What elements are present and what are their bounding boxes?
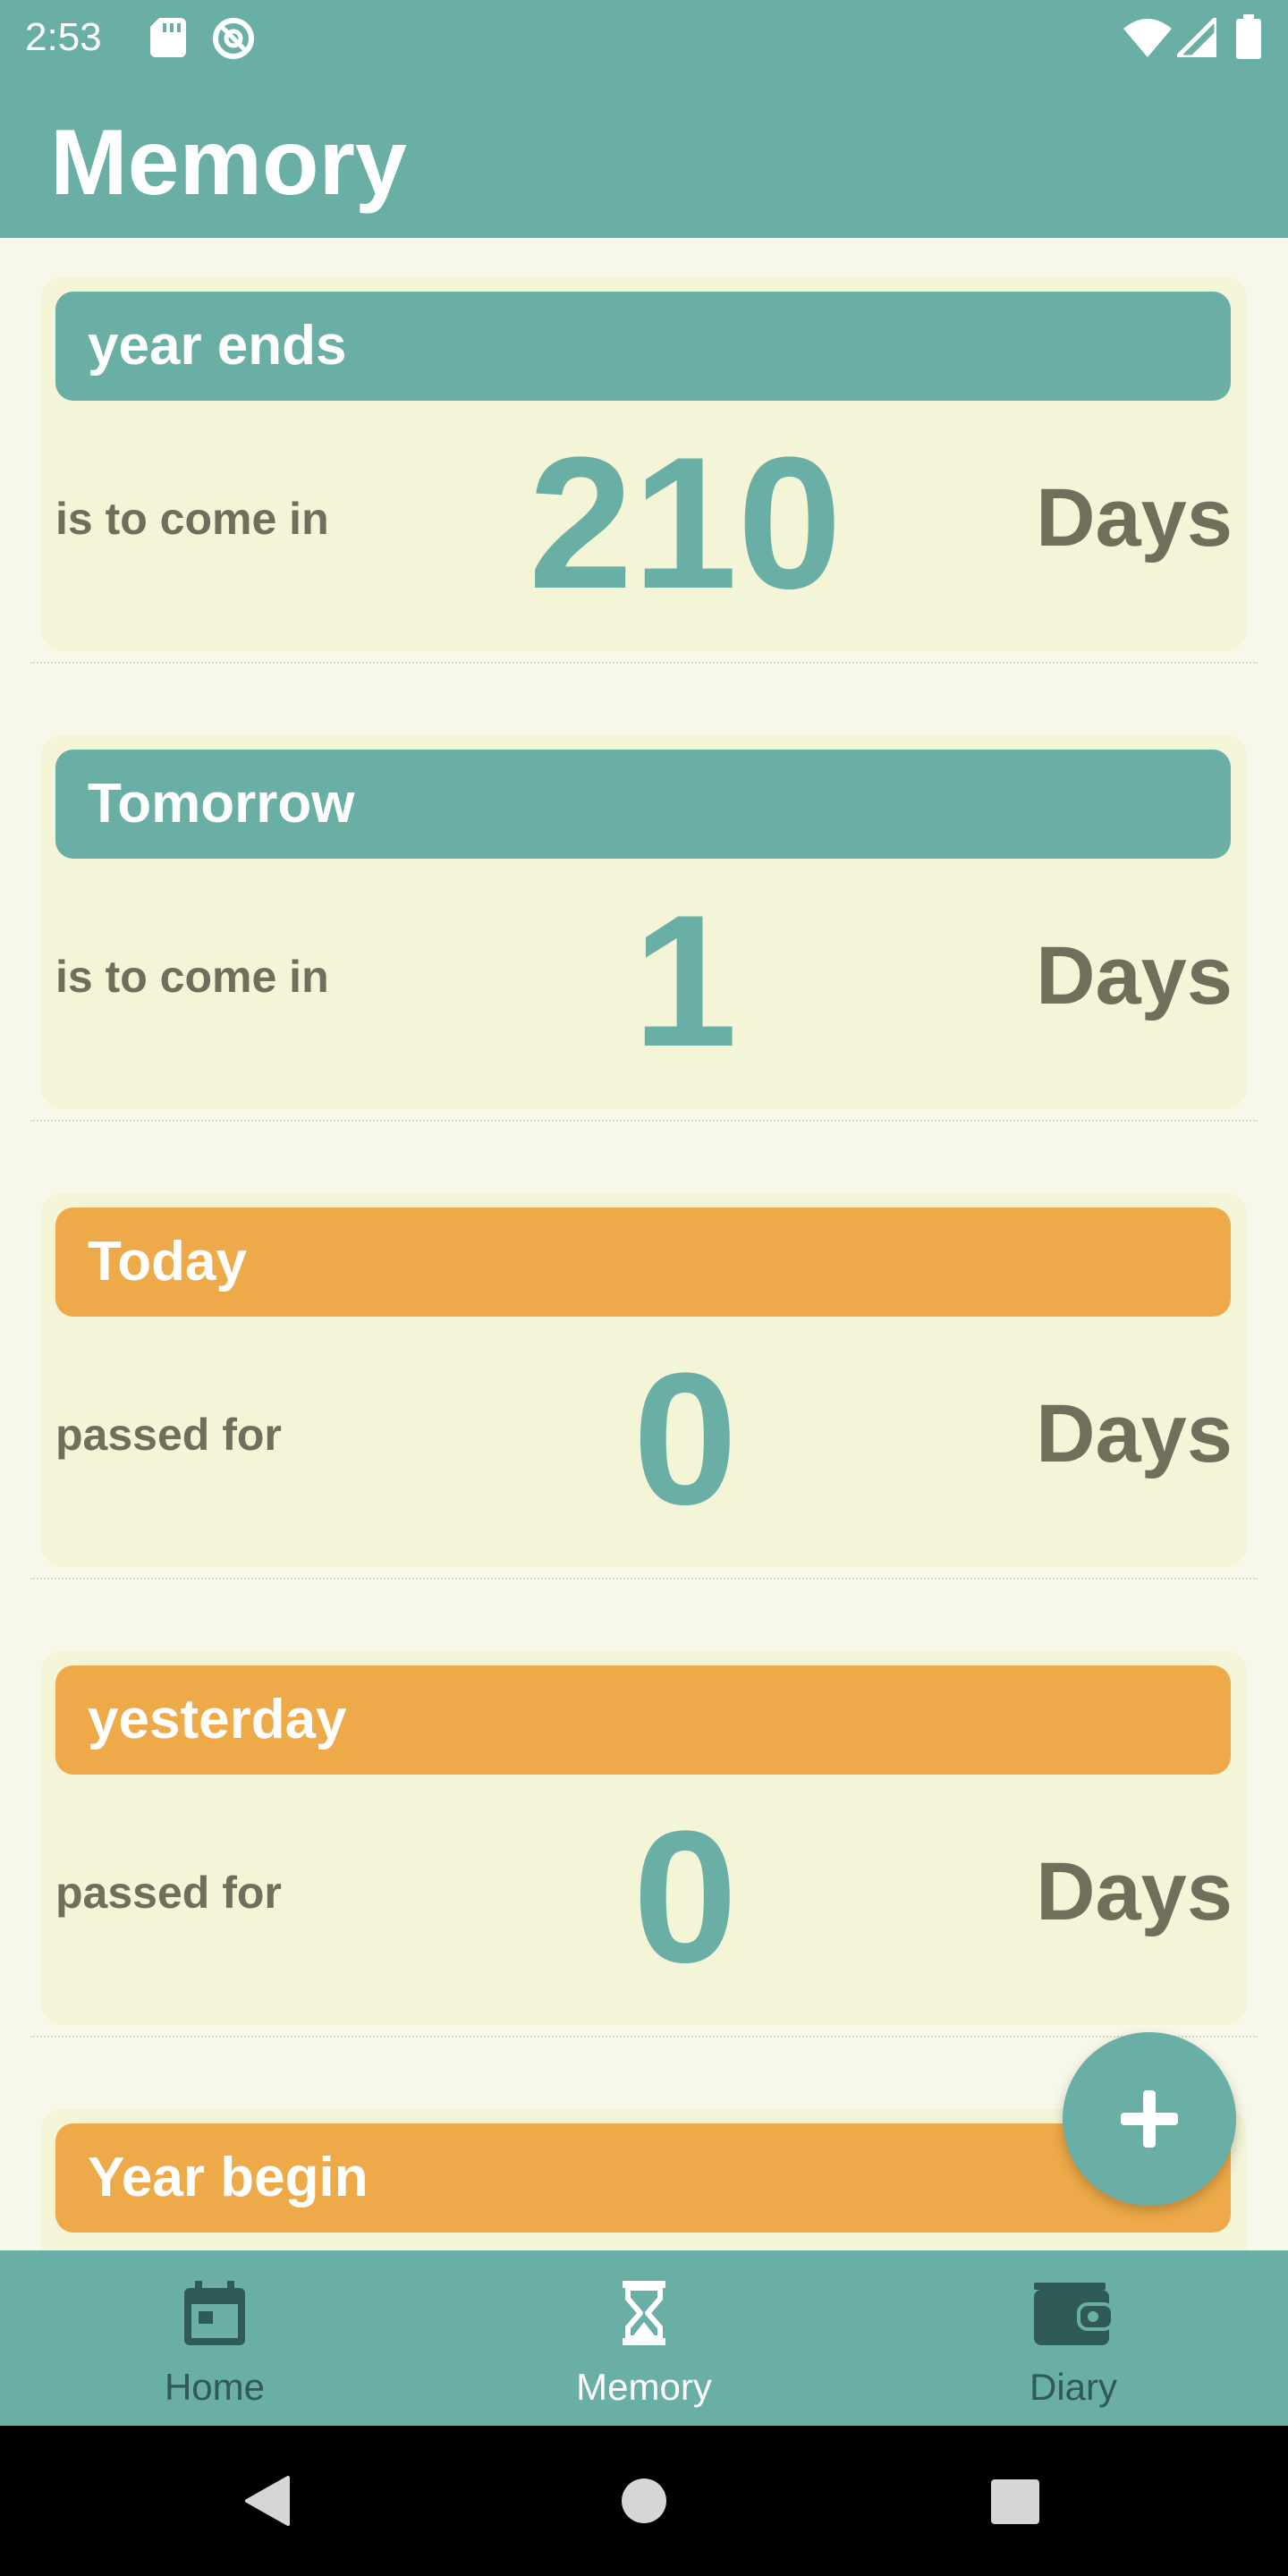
divider: [30, 2036, 1258, 2038]
day-count: 210: [528, 418, 843, 628]
day-unit: Days: [1036, 1846, 1233, 1937]
card-title: Year begin: [88, 2147, 369, 2208]
wallet-icon: [1030, 2277, 1116, 2349]
card-caption: passed for: [55, 1410, 282, 1460]
countdown-card[interactable]: Tomorrow is to come in 1 Days: [41, 735, 1247, 1109]
system-navigation-bar: [0, 2426, 1288, 2576]
card-caption: passed for: [55, 1868, 282, 1918]
countdown-card[interactable]: yesterday passed for 0 Days: [41, 1651, 1247, 2025]
do-not-disturb-icon: [211, 16, 256, 61]
card-header: yesterday: [55, 1665, 1231, 1775]
day-unit: Days: [1036, 1388, 1233, 1479]
card-caption: is to come in: [55, 952, 329, 1002]
plus-icon: [1121, 2090, 1178, 2148]
home-icon[interactable]: [621, 2478, 667, 2529]
card-title: Today: [88, 1231, 247, 1292]
card-title: yesterday: [88, 1689, 347, 1750]
card-title: year ends: [88, 315, 347, 377]
card-caption: is to come in: [55, 494, 329, 544]
card-title: Tomorrow: [88, 773, 355, 835]
wifi-icon: [1123, 18, 1172, 57]
card-header: Year begin: [55, 2123, 1231, 2233]
signal-icon: [1171, 12, 1219, 60]
nav-item-diary[interactable]: Diary: [859, 2250, 1288, 2426]
divider: [30, 1578, 1258, 1580]
hourglass-icon: [608, 2277, 680, 2349]
nav-label: Diary: [1029, 2366, 1117, 2408]
nav-item-memory[interactable]: Memory: [429, 2250, 859, 2426]
memory-screen: 2:53 Memory year ends is to come in 210 …: [0, 0, 1288, 2576]
recents-icon[interactable]: [991, 2479, 1039, 2529]
calendar-icon: [179, 2277, 250, 2349]
day-unit: Days: [1036, 472, 1233, 564]
nav-label: Memory: [576, 2366, 712, 2408]
countdown-card[interactable]: year ends is to come in 210 Days: [41, 277, 1247, 651]
card-header: year ends: [55, 292, 1231, 401]
countdown-list[interactable]: year ends is to come in 210 Days Tomorro…: [0, 238, 1288, 2250]
app-bar: Memory: [0, 75, 1288, 238]
divider: [30, 662, 1258, 664]
card-header: Today: [55, 1208, 1231, 1317]
day-count: 0: [632, 1334, 738, 1544]
day-unit: Days: [1036, 930, 1233, 1021]
day-count: 1: [632, 876, 738, 1086]
countdown-card[interactable]: Today passed for 0 Days: [41, 1193, 1247, 1567]
page-title: Memory: [50, 111, 407, 215]
add-event-button[interactable]: [1063, 2032, 1236, 2206]
day-count: 0: [632, 1792, 738, 2002]
sd-card-icon: [150, 18, 186, 57]
nav-label: Home: [164, 2366, 266, 2408]
nav-item-home[interactable]: Home: [0, 2250, 429, 2426]
bottom-navigation: Home Memory Diary: [0, 2250, 1288, 2426]
status-time: 2:53: [25, 15, 102, 59]
divider: [30, 1120, 1258, 1122]
card-header: Tomorrow: [55, 750, 1231, 859]
status-bar: 2:53: [0, 0, 1288, 75]
battery-icon: [1236, 14, 1261, 59]
back-icon[interactable]: [242, 2474, 292, 2532]
